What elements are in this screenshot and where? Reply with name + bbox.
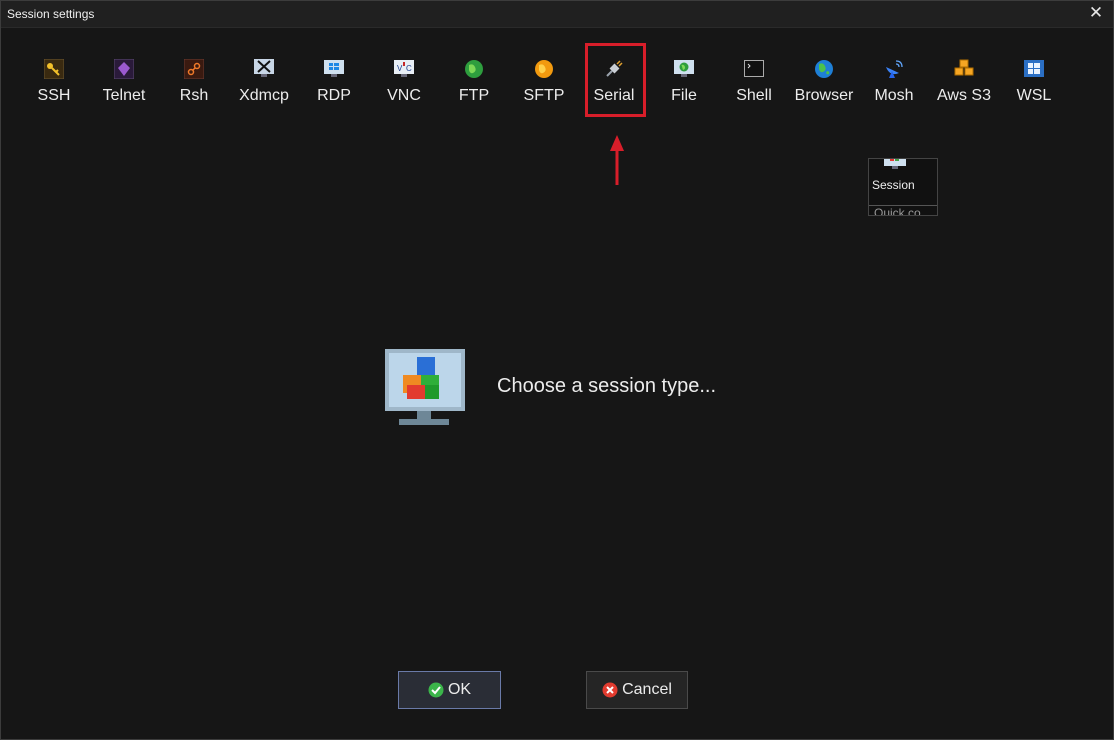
browser-globe-icon (815, 60, 833, 78)
cancel-button-label: Cancel (622, 681, 672, 698)
tab-shell[interactable]: Shell (719, 53, 789, 123)
session-type-toolbar: SSH Telnet Rsh Xdmcp RDP V C VNC FTP SFT… (19, 53, 1099, 123)
tab-telnet[interactable]: Telnet (89, 53, 159, 123)
tab-wsl[interactable]: WSL (999, 53, 1069, 123)
terminal-icon (744, 60, 764, 77)
serial-highlight-box (585, 43, 646, 117)
tab-ssh-label: SSH (37, 87, 71, 104)
file-monitor-icon (674, 60, 694, 77)
title-bar: Session settings ✕ (1, 1, 1113, 28)
svg-text:C: C (406, 64, 412, 73)
quick-connect-cut-text: Quick co (874, 206, 921, 216)
rdp-icon (324, 60, 344, 77)
svg-text:V: V (397, 64, 403, 73)
telnet-icon (114, 59, 134, 79)
tab-file-label: File (671, 87, 697, 104)
ok-button[interactable]: OK (398, 671, 501, 709)
tab-aws-s3-label: Aws S3 (937, 87, 991, 104)
tab-browser[interactable]: Browser (789, 53, 859, 123)
tab-shell-label: Shell (736, 87, 772, 104)
satellite-dish-icon (886, 60, 903, 78)
tab-rdp[interactable]: RDP (299, 53, 369, 123)
rsh-icon (184, 59, 204, 79)
tab-rsh[interactable]: Rsh (159, 53, 229, 123)
check-icon (428, 682, 444, 698)
tab-ftp-label: FTP (458, 87, 490, 104)
tab-file[interactable]: File (649, 53, 719, 123)
tab-ftp[interactable]: FTP (439, 53, 509, 123)
key-icon (44, 59, 64, 79)
cancel-button[interactable]: Cancel (586, 671, 688, 709)
xdmcp-icon (254, 59, 274, 77)
session-settings-window: Session settings ✕ SSH Telnet Rsh Xdmcp … (0, 0, 1114, 740)
tab-aws-s3[interactable]: Aws S3 (929, 53, 999, 123)
ok-button-label: OK (447, 681, 472, 698)
tab-telnet-label: Telnet (102, 87, 146, 104)
session-tooltip-label: Session (872, 178, 915, 192)
tab-vnc-label: VNC (387, 87, 421, 104)
tab-sftp-label: SFTP (523, 87, 565, 104)
tab-vnc[interactable]: V C VNC (369, 53, 439, 123)
tab-mosh[interactable]: Mosh (859, 53, 929, 123)
windows-logo-icon (1024, 60, 1044, 77)
tab-rdp-label: RDP (317, 87, 351, 104)
session-monitor-icon (884, 159, 906, 169)
tab-xdmcp-label: Xdmcp (239, 87, 289, 104)
tab-xdmcp[interactable]: Xdmcp (229, 53, 299, 123)
aws-s3-cubes-icon (954, 59, 974, 76)
choose-session-type-text: Choose a session type... (497, 375, 717, 397)
close-icon[interactable]: ✕ (1087, 4, 1105, 22)
ftp-globe-icon (465, 60, 483, 78)
tab-sftp[interactable]: SFTP (509, 53, 579, 123)
session-tooltip-fragment: Session Quick co (868, 158, 938, 216)
red-arrow-icon (610, 135, 624, 185)
tab-rsh-label: Rsh (179, 87, 209, 104)
cancel-x-icon (602, 682, 618, 698)
vnc-icon: V C (394, 60, 414, 77)
session-cubes-monitor-icon (385, 349, 465, 425)
tab-browser-label: Browser (794, 87, 854, 104)
window-title: Session settings (7, 7, 95, 21)
tab-mosh-label: Mosh (874, 87, 914, 104)
tab-ssh[interactable]: SSH (19, 53, 89, 123)
sftp-globe-icon (535, 60, 553, 78)
tab-wsl-label: WSL (1016, 87, 1052, 104)
